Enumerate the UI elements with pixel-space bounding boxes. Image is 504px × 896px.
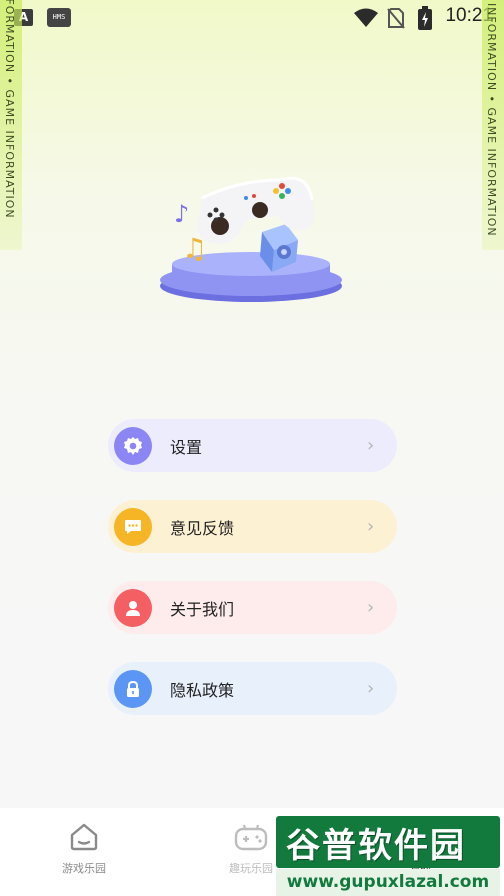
chevron-right-icon: › xyxy=(367,516,375,537)
no-sim-icon xyxy=(387,8,405,29)
menu-feedback[interactable]: 意见反馈 › xyxy=(108,500,397,553)
chevron-right-icon: › xyxy=(367,597,375,618)
watermark-title-box: 谷普软件园 xyxy=(276,816,500,868)
right-band-text: ME INFORMATION • GAME INFORMATION xyxy=(485,0,498,237)
menu-settings[interactable]: 设置 › xyxy=(108,419,397,472)
wifi-icon xyxy=(354,8,378,27)
lock-icon xyxy=(114,669,152,708)
person-icon xyxy=(114,588,152,627)
menu-feedback-label: 意见反馈 xyxy=(170,518,235,538)
controller-icon xyxy=(197,176,315,244)
tab-game-park[interactable]: 游戏乐园 xyxy=(34,808,134,896)
home-icon xyxy=(70,823,98,851)
hms-notification-icon: HMS xyxy=(47,8,71,27)
left-decor-band: ME INFORMATION • GAME INFORMATION xyxy=(0,0,22,250)
battery-charging-icon xyxy=(418,6,432,30)
chat-bubble-icon xyxy=(114,507,152,546)
menu-privacy-policy-label: 隐私政策 xyxy=(170,680,235,700)
right-decor-band: ME INFORMATION • GAME INFORMATION xyxy=(482,0,504,250)
menu-privacy-policy[interactable]: 隐私政策 › xyxy=(108,662,397,715)
watermark-title: 谷普软件园 xyxy=(286,825,466,866)
watermark: 谷普软件园 www.gupuxlazal.com xyxy=(276,816,500,896)
chevron-right-icon: › xyxy=(367,678,375,699)
music-note-icon: ♪ xyxy=(174,200,189,228)
gamepad-icon xyxy=(234,824,268,851)
menu-settings-label: 设置 xyxy=(170,437,203,457)
watermark-url: www.gupuxlazal.com xyxy=(276,869,500,896)
menu-about-us-label: 关于我们 xyxy=(170,599,235,619)
tab-game-park-label: 游戏乐园 xyxy=(62,862,106,875)
gear-icon xyxy=(114,426,152,465)
svg-text:♪: ♪ xyxy=(174,200,189,228)
chevron-right-icon: › xyxy=(367,435,375,456)
left-band-text: ME INFORMATION • GAME INFORMATION xyxy=(3,0,16,219)
status-bar: A HMS 10:21 xyxy=(0,0,504,36)
gamepad-illustration: ♪ ♫ xyxy=(160,176,342,302)
menu-about-us[interactable]: 关于我们 › xyxy=(108,581,397,634)
